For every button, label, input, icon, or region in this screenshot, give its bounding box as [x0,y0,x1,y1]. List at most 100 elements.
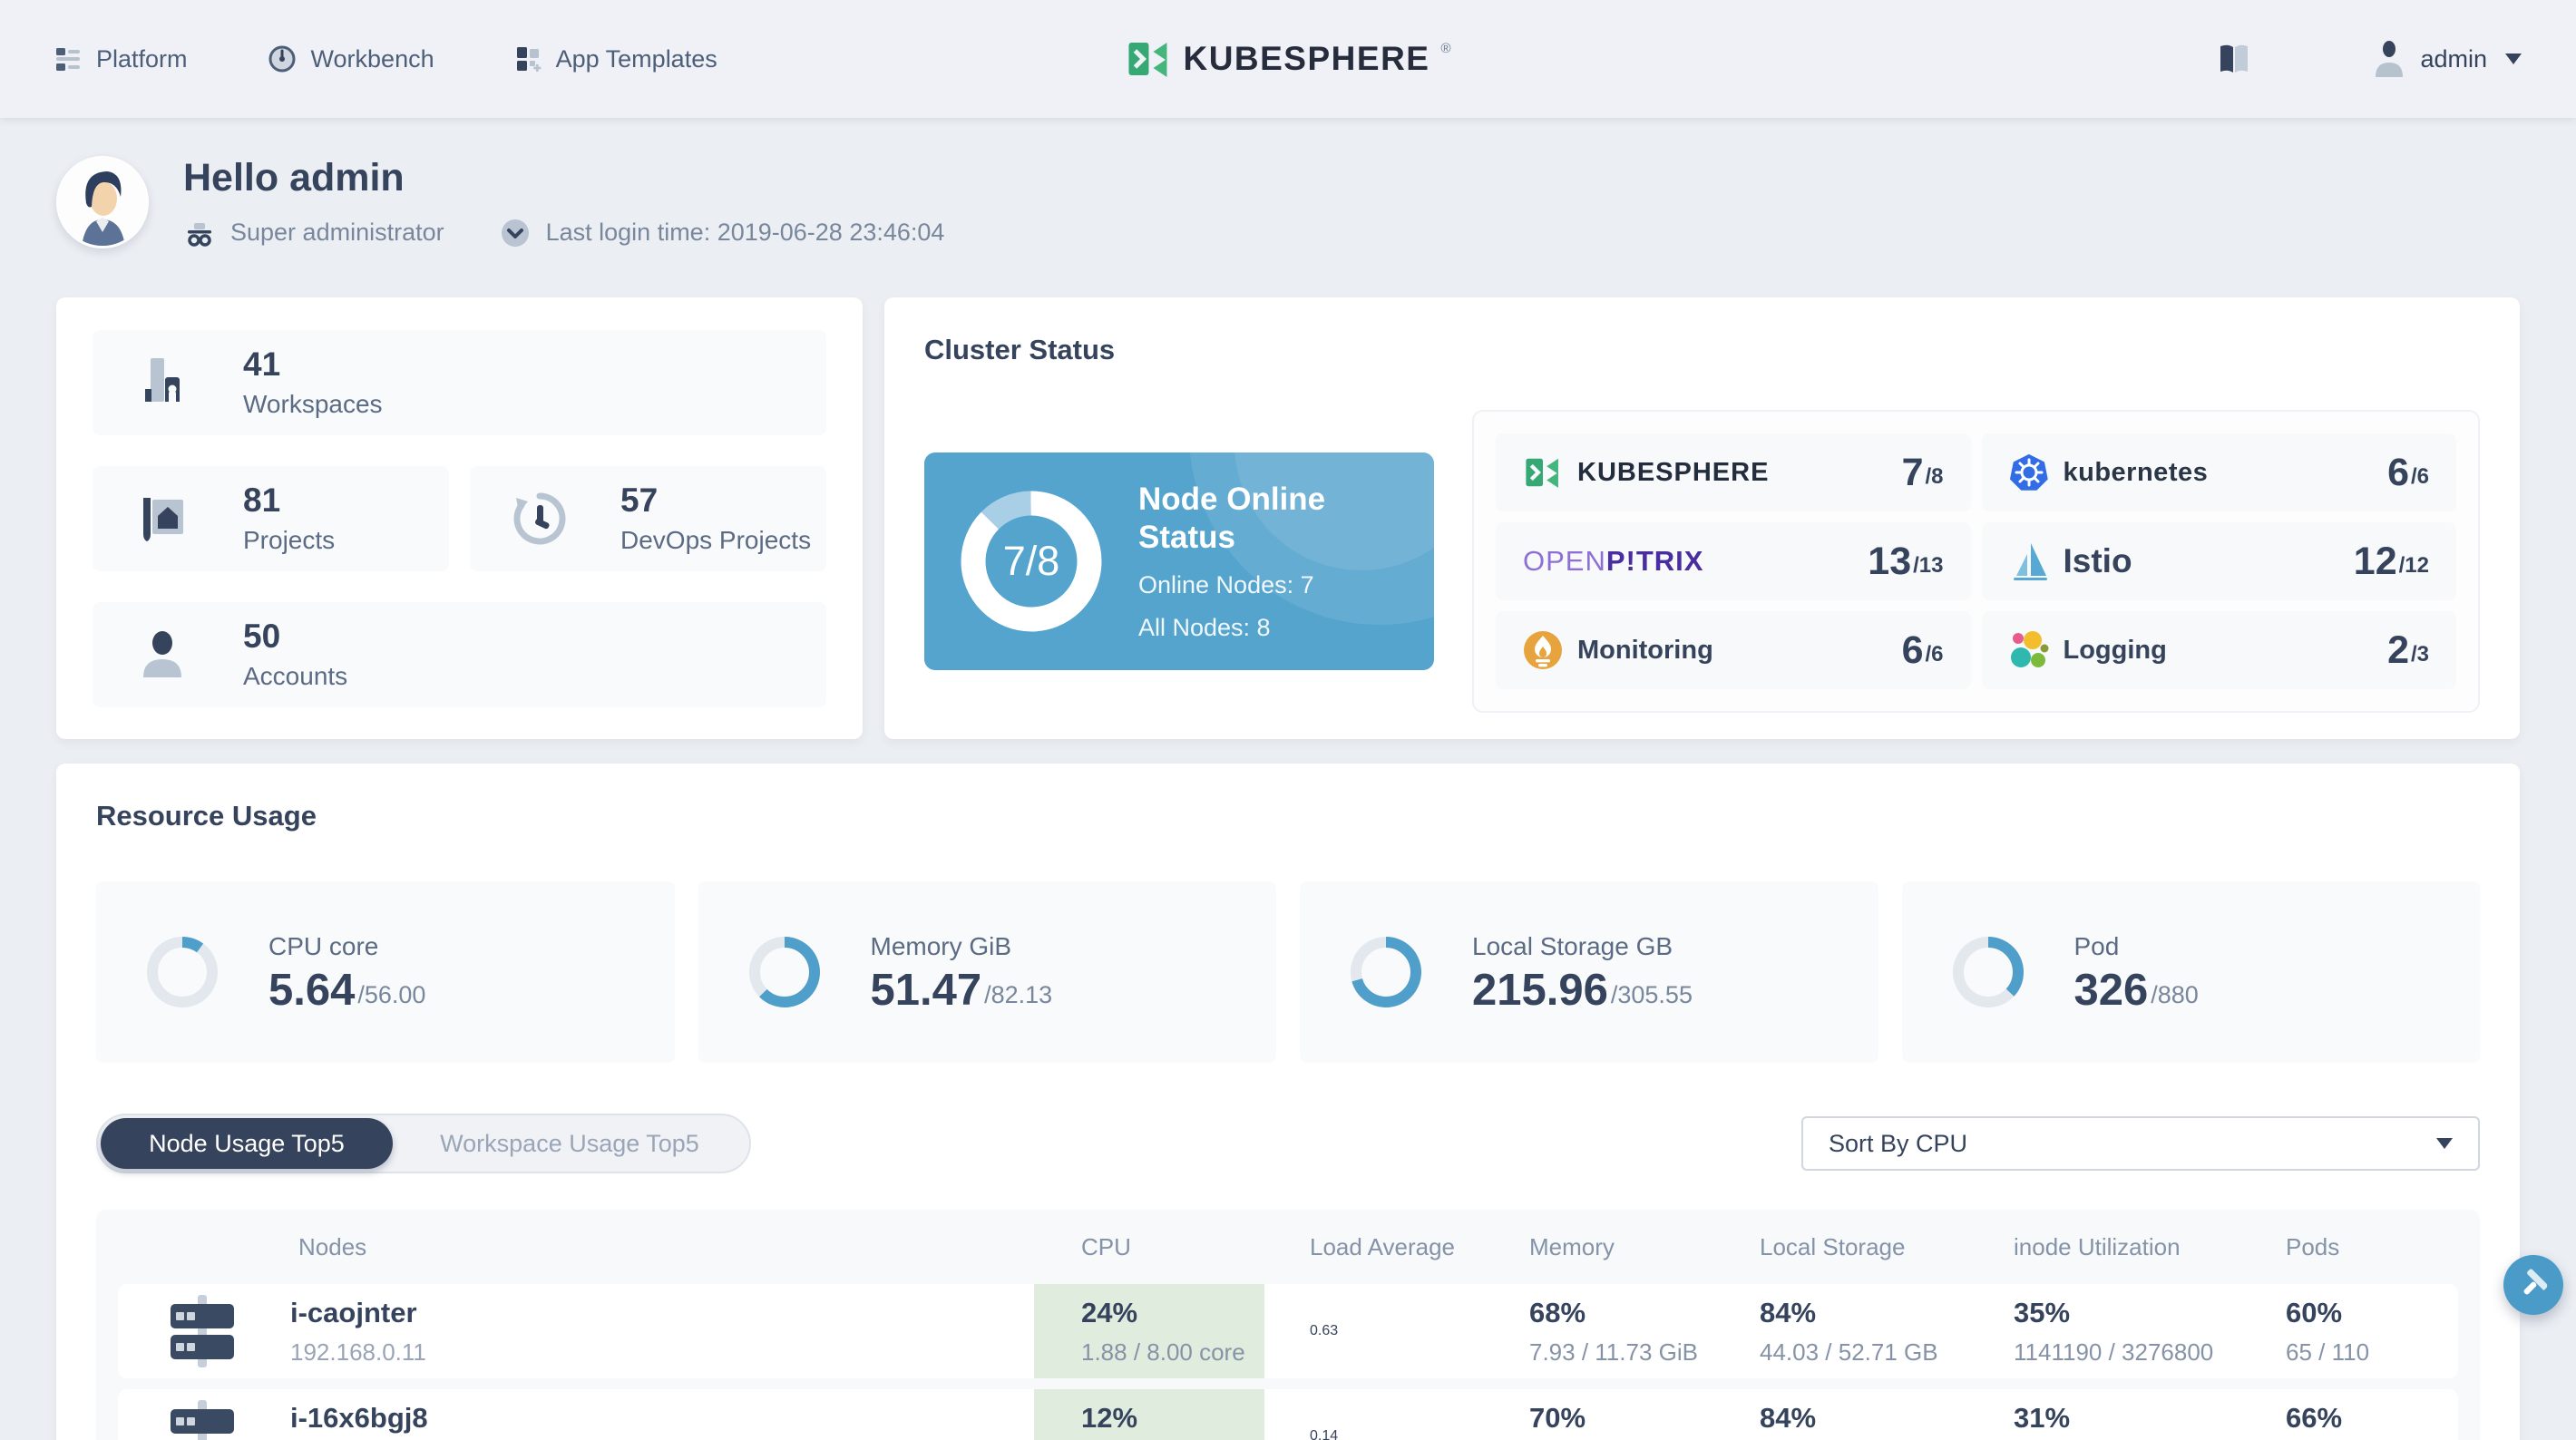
tab-node-usage-top5[interactable]: Node Usage Top5 [101,1118,393,1169]
cpu-cell: 24% 1.88 / 8.00 core [1034,1284,1264,1378]
stat-value: 81 [243,481,281,519]
components-panel: KUBESPHERE 7/8 kubernetes 6 /6 OPENP!TRI… [1472,410,2480,713]
stat-value: 41 [243,345,281,383]
col-pods: Pods [2286,1232,2340,1260]
stat-workspaces[interactable]: 41 Workspaces [93,330,826,435]
gauge-label: CPU core [268,931,379,960]
gauge-label: Memory GiB [870,931,1012,960]
greeting-header: Hello admin Super administrator Last log… [56,138,2520,267]
col-nodes: Nodes [298,1232,367,1260]
stat-value: 57 [620,481,659,519]
node-online-panel: 7/8 Node Online Status Online Nodes: 7 A… [924,452,1434,670]
node-usage-table: Nodes CPU Load Average Memory Local Stor… [96,1210,2480,1440]
logo-wordmark: KUBESPHERE [1183,40,1430,77]
platform-icon [56,48,80,71]
sort-by-select[interactable]: Sort By CPU [1801,1116,2480,1171]
col-load-average: Load Average [1310,1232,1455,1260]
docs-book-icon[interactable] [2213,38,2255,80]
devops-icon [513,492,566,545]
user-role: Super administrator [183,217,444,249]
gauge-memory: Memory GiB 51.47/82.13 [698,881,1276,1063]
gauge-used: 326 [2073,965,2149,1015]
kubernetes-icon [2009,453,2048,491]
stat-label: Workspaces [243,390,383,419]
table-row[interactable]: i-caojnter 192.168.0.11 24% 1.88 / 8.00 … [118,1284,2458,1378]
node-server-icon [171,1295,234,1367]
component-total: /8 [1925,463,1944,489]
component-value: 12 [2353,539,2397,583]
component-openpitrix[interactable]: OPENP!TRIX 13/13 [1496,522,1971,600]
local-storage-cell: 84% 43.89 / 52.71 GB [1760,1401,1817,1434]
col-inode-utilization: inode Utilization [2014,1232,2181,1260]
node-ip: 192.168.0.11 [290,1338,426,1366]
stat-devops-projects[interactable]: 57 DevOps Projects [470,466,826,571]
stat-projects[interactable]: 81 Projects [93,466,449,571]
stat-label: DevOps Projects [620,526,812,555]
clock-icon [501,219,529,247]
table-row[interactable]: i-16x6bgj8 192.168.0.14 12% 0.93 / 8.00 … [118,1389,2458,1440]
component-name: KUBESPHERE [1577,457,1770,487]
component-kubernetes[interactable]: kubernetes 6/6 [1981,433,2456,511]
memory-gauge-donut [748,937,820,1007]
resource-usage-card: Resource Usage CPU core 5.64/56.00 Memor… [56,764,2520,1440]
load-average-cell: 0.14 [1310,1428,1339,1440]
toolbox-fab-button[interactable] [2503,1255,2563,1315]
memory-cell: 70% 8.11 / 11.73 GiB [1529,1401,1586,1434]
gauge-local-storage: Local Storage GB 215.96/305.55 [1300,881,1878,1063]
workbench-icon [268,45,296,73]
load-average-cell: 0.63 [1310,1323,1339,1338]
component-monitoring[interactable]: Monitoring 6/6 [1496,611,1971,689]
col-local-storage: Local Storage [1760,1232,1906,1260]
gauge-label: Pod [2073,931,2120,960]
chevron-down-icon [2436,1138,2453,1149]
kubesphere-icon [1526,458,1558,488]
node-name[interactable]: i-caojnter [290,1297,426,1329]
nav-item-label: Workbench [310,44,434,73]
node-online-ratio: 7/8 [1002,538,1060,584]
component-logging[interactable]: Logging 2/3 [1981,611,2456,689]
nav-item-app-templates[interactable]: App Templates [514,45,717,73]
memory-cell: 68% 7.93 / 11.73 GiB [1529,1296,1698,1366]
stat-label: Projects [243,526,336,555]
pod-gauge-donut [1952,937,2024,1007]
logo-registered-mark: ® [1440,41,1451,56]
resource-usage-title: Resource Usage [96,800,317,832]
user-avatar-icon [2376,41,2404,77]
app-templates-icon [516,47,541,72]
nav-item-label: App Templates [555,44,717,73]
pods-cell: 60% 65 / 110 [2286,1296,2370,1366]
storage-gauge-donut [1351,937,1421,1007]
stat-accounts[interactable]: 50 Accounts [93,602,826,707]
accounts-icon [143,631,181,677]
gauge-total: /56.00 [357,980,426,1008]
gauge-used: 51.47 [870,965,982,1015]
gauge-label: Local Storage GB [1472,931,1673,960]
gauge-used: 215.96 [1472,965,1608,1015]
component-istio[interactable]: Istio 12/12 [1981,522,2456,600]
component-total: /3 [2410,641,2429,666]
nav-item-workbench[interactable]: Workbench [268,44,434,73]
cpu-gauge-donut [147,937,218,1007]
online-nodes-label: Online Nodes: 7 [1138,571,1314,598]
node-name[interactable]: i-16x6bgj8 [290,1402,428,1435]
inode-cell: 31% 1002451 / 3276800 [2014,1401,2071,1434]
node-online-donut: 7/8 [961,491,1102,632]
workspaces-icon [145,358,180,402]
component-total: /6 [1925,641,1944,666]
stat-value: 50 [243,617,281,655]
gauge-pod: Pod 326/880 [1901,881,2480,1063]
hammer-icon [2523,1269,2548,1295]
greeting-title: Hello admin [183,155,405,199]
prometheus-icon [1524,631,1562,669]
cluster-status-card: Cluster Status 7/8 Node Online Status On… [884,297,2520,739]
nav-item-platform[interactable]: Platform [54,45,188,73]
all-nodes-label: All Nodes: 8 [1138,614,1271,641]
user-menu[interactable]: admin [2373,41,2522,77]
cpu-cell: 12% 0.93 / 8.00 core [1034,1389,1264,1440]
tab-workspace-usage-top5[interactable]: Workspace Usage Top5 [393,1118,746,1169]
component-value: 13 [1868,539,1912,583]
top-nav: Platform Workbench App Templates KUBESPH… [0,0,2576,118]
component-kubesphere[interactable]: KUBESPHERE 7/8 [1496,433,1971,511]
stat-label: Accounts [243,662,348,691]
kubesphere-logo[interactable]: KUBESPHERE ® [1125,35,1451,83]
